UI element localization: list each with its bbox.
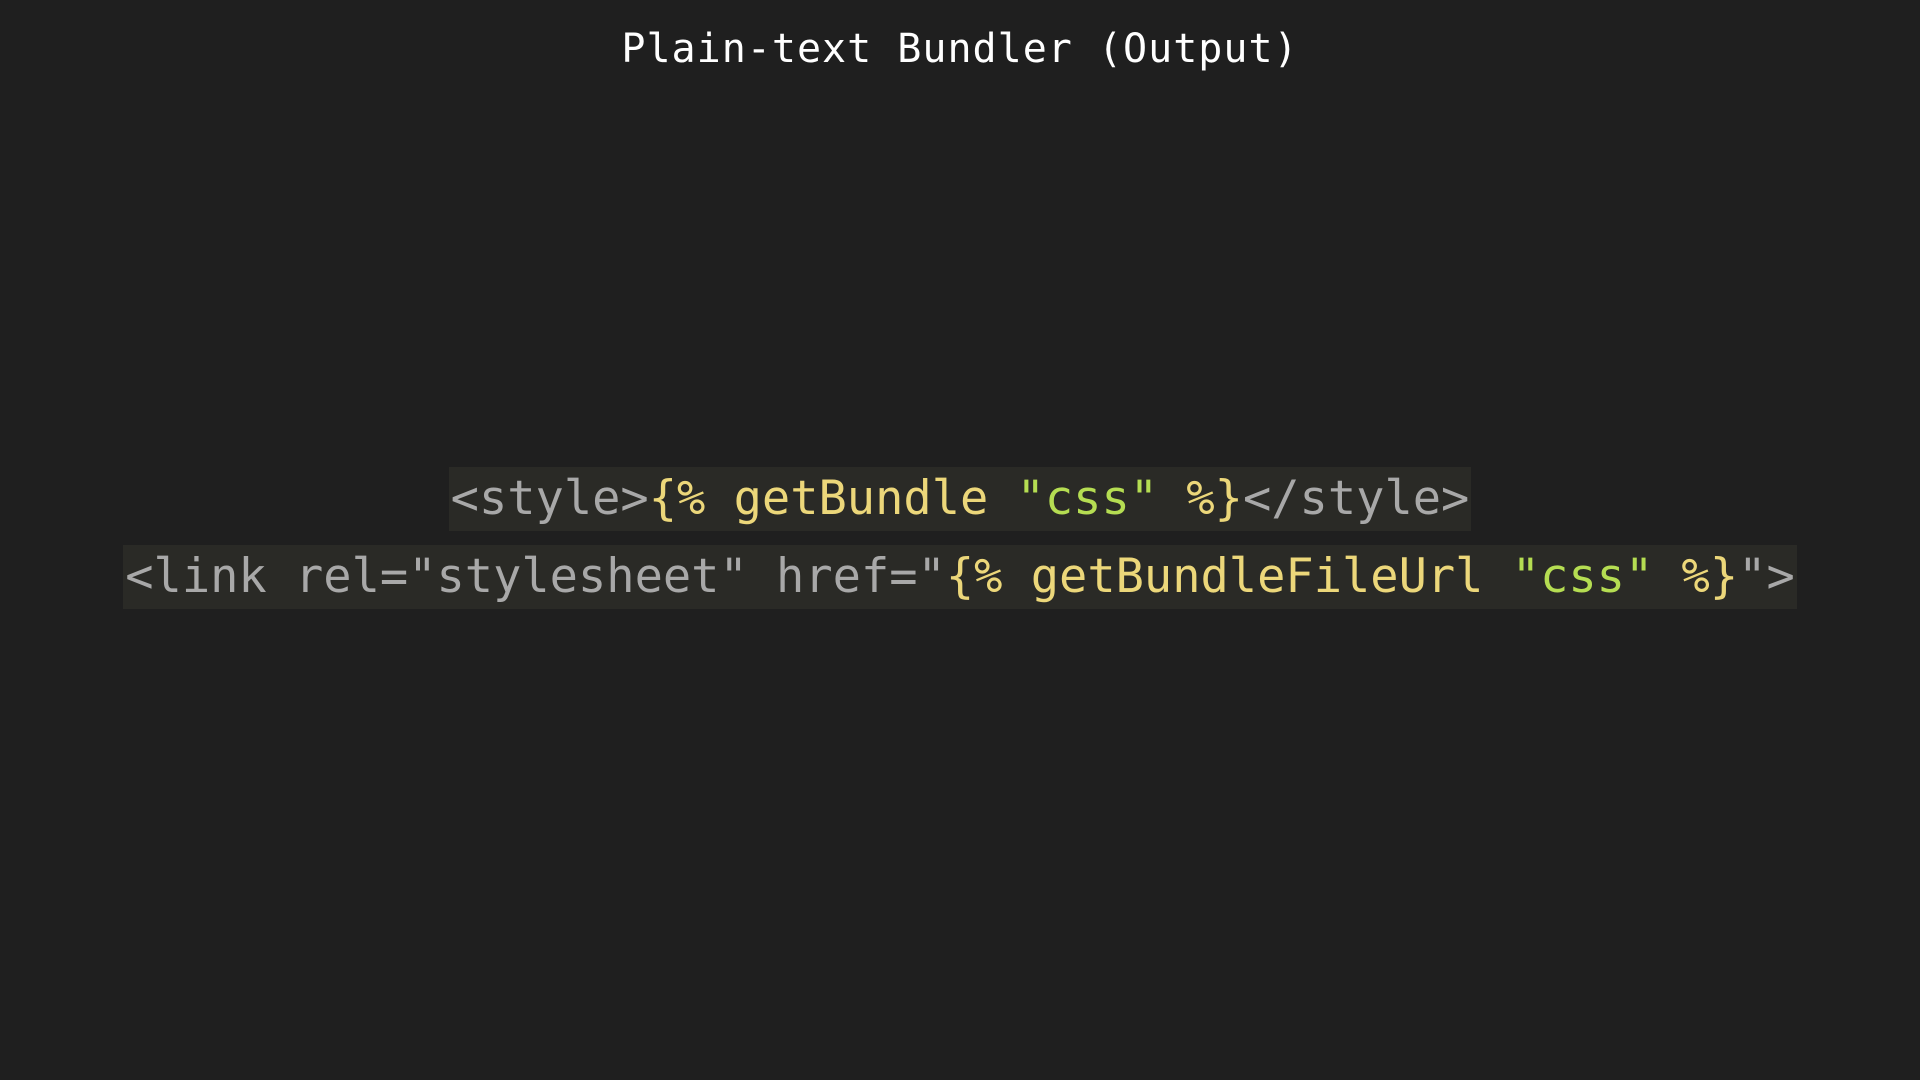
code-block: <style>{% getBundle "css" %}</style> <li… bbox=[0, 467, 1920, 609]
code-token-string: "css" bbox=[1016, 471, 1159, 526]
code-token-template: %} bbox=[1158, 471, 1243, 526]
code-token-template: %} bbox=[1653, 549, 1739, 604]
slide-title: Plain-text Bundler (Output) bbox=[621, 26, 1299, 72]
code-token-tag: <style> bbox=[450, 471, 649, 526]
code-token-tag: <link rel="stylesheet" href=" bbox=[125, 549, 946, 604]
code-token-tag: "> bbox=[1738, 549, 1795, 604]
code-token-template: {% getBundleFileUrl bbox=[945, 549, 1512, 604]
code-line-link: <link rel="stylesheet" href="{% getBundl… bbox=[123, 545, 1797, 609]
code-token-tag: </style> bbox=[1242, 471, 1470, 526]
code-token-string: "css" bbox=[1511, 549, 1654, 604]
code-line-style: <style>{% getBundle "css" %}</style> bbox=[448, 467, 1472, 531]
code-token-template: {% getBundle bbox=[648, 471, 1017, 526]
